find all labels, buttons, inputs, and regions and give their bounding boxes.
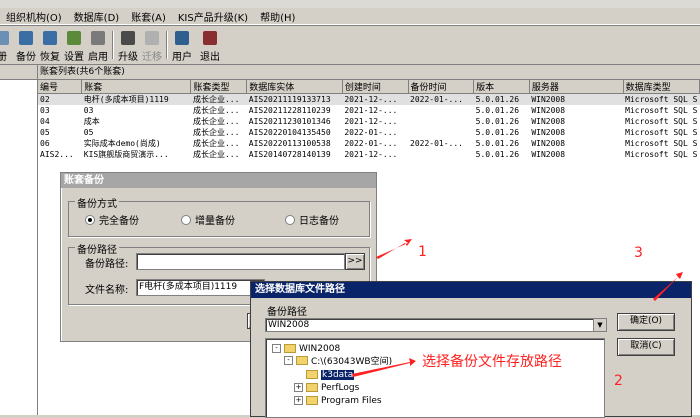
arrow-to-k3data — [352, 358, 416, 377]
annotation-hint: 选择备份文件存放路径 — [422, 354, 562, 370]
annotation-step-2: 2 — [614, 373, 623, 389]
arrow-to-ok — [653, 272, 683, 301]
arrow-to-browse — [376, 239, 412, 259]
annotation-step-3: 3 — [634, 245, 643, 261]
annotation-step-1: 1 — [418, 244, 427, 260]
annotation-arrows — [352, 239, 683, 377]
